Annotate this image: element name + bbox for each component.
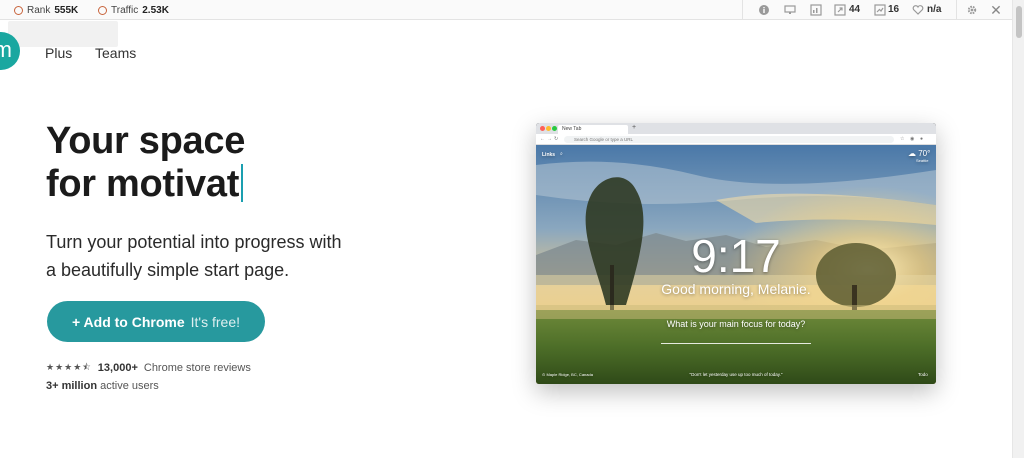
reload-icon: ↻	[554, 136, 559, 142]
close-icon[interactable]: ✕	[988, 0, 1004, 20]
mockup-focus-underline	[661, 343, 811, 344]
scrollbar-thumb[interactable]	[1016, 6, 1022, 38]
hero-subtitle-line2: a beautifully simple start page.	[46, 260, 290, 280]
backlinks-icon[interactable]	[834, 4, 846, 16]
cta-main-label: + Add to Chrome	[71, 313, 185, 330]
window-maximize-dot	[552, 126, 557, 131]
forward-arrow-icon: →	[547, 136, 552, 142]
profile-avatar-icon: ●	[920, 136, 924, 142]
reviews-label: Chrome store reviews	[143, 362, 251, 374]
mockup-tab: New Tab	[558, 125, 628, 134]
rank-value: 555K	[54, 4, 79, 16]
mockup-quote: "Don't let yesterday use up too much of …	[689, 372, 783, 377]
na-value: n/a	[927, 4, 942, 15]
new-tab-plus-icon: +	[632, 124, 637, 131]
landscape-photo: Links ⌕ ☁ 70° Seattle 9:17 Good morning,…	[536, 145, 936, 384]
mockup-clock: 9:17	[691, 230, 781, 282]
browser-mockup: New Tab + ← → ↻ Search Google or type a …	[536, 123, 936, 384]
users-count: 3+ million	[46, 380, 98, 392]
star-icon: ☆	[900, 136, 905, 142]
star-rating-icon: ★★★★⯪	[46, 362, 92, 372]
weather-location: Seattle	[916, 158, 929, 163]
reviews-rating: ★★★★⯪ 13,000+ Chrome store reviews	[46, 360, 251, 376]
hero-title-line1: Your space	[46, 120, 246, 162]
typing-caret	[241, 164, 244, 202]
tooltip-overlay	[8, 21, 118, 47]
mockup-focus-prompt: What is your main focus for today?	[666, 319, 806, 329]
mockup-todo-label: Todo	[918, 372, 928, 377]
mockup-links-label: Links	[542, 152, 556, 158]
hero-title-line2: for motivat	[46, 163, 240, 205]
hero-subtitle: Turn your potential into progress with a…	[46, 228, 341, 284]
back-arrow-icon: ←	[540, 136, 545, 142]
extension-toolbar: Rank 555K Traffic 2.53K 44 16 n/a ✕	[0, 0, 1012, 20]
traffic-label: Traffic	[111, 4, 139, 16]
active-users: 3+ million active users	[46, 380, 159, 392]
mockup-search-icon: ⌕	[560, 151, 563, 157]
toolbar-divider	[742, 0, 743, 20]
heart-icon[interactable]	[912, 4, 924, 16]
nav-link-teams[interactable]: Teams	[95, 45, 136, 61]
mockup-weather: ☁ 70°	[908, 149, 931, 158]
mockup-tab-strip: New Tab +	[536, 123, 936, 134]
window-close-dot	[540, 126, 545, 131]
rank-label: Rank	[27, 4, 51, 16]
traffic-ring-icon	[98, 5, 107, 15]
hero-title: Your space for motivat	[46, 120, 245, 206]
monitor-icon[interactable]	[784, 4, 796, 16]
reviews-count: 13,000+	[97, 362, 138, 374]
cta-free-label: It's free!	[190, 313, 240, 330]
backlinks-count: 44	[849, 4, 861, 15]
window-minimize-dot	[546, 126, 551, 131]
mockup-url-bar: ← → ↻ Search Google or type a URL ☆ ◉ ●	[536, 134, 936, 145]
rank-ring-icon	[14, 5, 23, 15]
extension-icon: ◉	[910, 136, 915, 142]
chart-icon[interactable]	[810, 4, 822, 16]
logo-letter: m	[0, 37, 12, 62]
gear-icon[interactable]	[966, 4, 978, 16]
weather-temp: 70°	[918, 149, 931, 158]
rank-indicator[interactable]: Rank 555K	[14, 0, 78, 20]
pages-icon[interactable]	[874, 4, 886, 16]
add-to-chrome-button[interactable]: + Add to Chrome It's free!	[47, 301, 265, 342]
hero-subtitle-line1: Turn your potential into progress with	[46, 232, 342, 252]
page-scrollbar[interactable]	[1012, 0, 1024, 458]
info-icon[interactable]	[758, 4, 770, 16]
mockup-url-field: Search Google or type a URL	[564, 136, 894, 143]
toolbar-divider	[956, 0, 957, 20]
traffic-value: 2.53K	[142, 4, 169, 16]
mockup-greeting: Good morning, Melanie.	[661, 281, 811, 297]
traffic-indicator[interactable]: Traffic 2.53K	[98, 0, 169, 20]
users-label: active users	[100, 380, 159, 392]
nav-link-plus[interactable]: Plus	[45, 45, 72, 61]
pages-count: 16	[888, 4, 900, 15]
